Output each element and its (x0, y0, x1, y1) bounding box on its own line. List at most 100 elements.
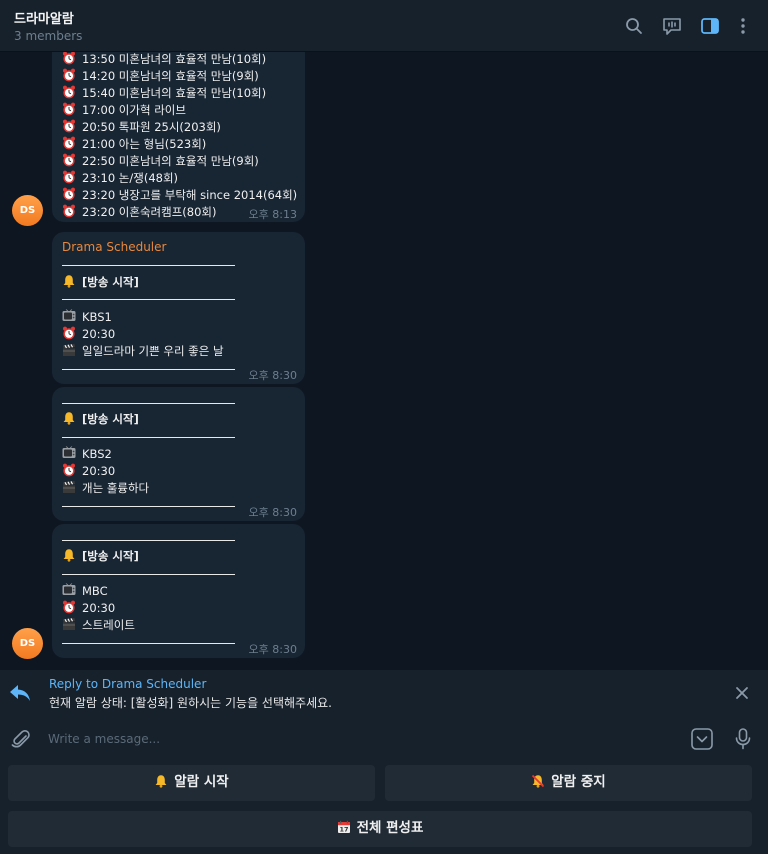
list-item: 23:20 이혼숙려캠프(80회) (62, 204, 216, 220)
schedule-message[interactable]: 13:50 미혼남녀의 효율적 만남(10회) 14:20 미혼남녀의 효율적 … (52, 52, 305, 222)
schedule-line: 23:10 논/쟁(48회) (82, 171, 179, 185)
bot-keyboard-icon[interactable] (690, 727, 714, 751)
message-list[interactable]: 13:50 미혼남녀의 효율적 만남(10회) 14:20 미혼남녀의 효율적 … (0, 52, 768, 670)
stop-alarm-button[interactable]: 알람 중지 (385, 765, 752, 801)
close-icon[interactable] (734, 685, 750, 701)
list-item: 21:00 아는 형님(523회) (62, 136, 206, 152)
clapper-board-icon (62, 343, 76, 357)
search-icon[interactable] (623, 15, 645, 37)
start-alarm-label: 알람 시작 (174, 774, 229, 790)
notification-message[interactable]: [방송 시작] KBS2 20:30 개는 훌륭하다 오후 8:30 (52, 387, 305, 521)
list-item: 13:50 미혼남녀의 효율적 만남(10회) (62, 52, 266, 67)
tv-icon (62, 309, 76, 323)
broadcast-time: 20:30 (82, 464, 116, 478)
chat-title[interactable]: 드라마알람 (14, 8, 74, 27)
more-menu-icon[interactable] (732, 15, 754, 37)
video-chat-icon[interactable] (661, 15, 683, 37)
reply-quoted-text: 현재 알람 상태: [활성화] 원하시는 기능을 선택해주세요. (49, 696, 332, 710)
paperclip-icon[interactable] (10, 728, 32, 750)
program-name: 개는 훌륭하다 (82, 481, 150, 495)
start-heading: [방송 시작] (62, 274, 139, 290)
full-schedule-button[interactable]: 전체 편성표 (8, 811, 752, 847)
channel-row: KBS2 (62, 446, 112, 462)
alarm-clock-icon (62, 463, 76, 477)
program-name: 일일드라마 기쁜 우리 좋은 날 (82, 344, 224, 358)
sender-name[interactable]: Drama Scheduler (62, 240, 166, 254)
start-alarm-button[interactable]: 알람 시작 (8, 765, 375, 801)
schedule-line: 13:50 미혼남녀의 효율적 만남(10회) (82, 52, 267, 66)
clapper-board-icon (62, 480, 76, 494)
time-row: 20:30 (62, 326, 115, 342)
schedule-line: 21:00 아는 형님(523회) (82, 137, 207, 151)
bot-keyboard: 알람 시작 알람 중지 전체 편성표 (0, 758, 768, 854)
microphone-icon[interactable] (733, 727, 753, 751)
channel-name: MBC (82, 584, 108, 598)
divider (62, 437, 235, 438)
sidebar-toggle-icon[interactable] (699, 15, 721, 37)
divider (62, 574, 235, 575)
message-time: 오후 8:30 (248, 643, 297, 656)
list-item: 15:40 미혼남녀의 효율적 만남(10회) (62, 85, 266, 101)
list-item: 23:10 논/쟁(48회) (62, 170, 178, 186)
alarm-clock-icon (62, 204, 76, 218)
alarm-clock-icon (62, 187, 76, 201)
alarm-clock-icon (62, 119, 76, 133)
bell-icon (62, 411, 76, 425)
divider (62, 265, 235, 266)
divider (62, 540, 235, 541)
start-label: [방송 시작] (82, 412, 139, 426)
reply-to-label: Reply to Drama Scheduler (49, 677, 207, 691)
calendar-icon (337, 820, 351, 834)
notification-message[interactable]: [방송 시작] MBC 20:30 스트레이트 오후 8:30 (52, 524, 305, 658)
list-item: 23:20 냉장고를 부탁해 since 2014(64회) (62, 187, 297, 203)
reply-preview[interactable]: Reply to Drama Scheduler 현재 알람 상태: [활성화]… (0, 670, 768, 720)
channel-row: MBC (62, 583, 108, 599)
program-name: 스트레이트 (82, 618, 135, 632)
schedule-line: 15:40 미혼남녀의 효율적 만남(10회) (82, 86, 267, 100)
alarm-clock-icon (62, 153, 76, 167)
message-time: 오후 8:30 (248, 506, 297, 519)
channel-row: KBS1 (62, 309, 112, 325)
schedule-line: 23:20 이혼숙려캠프(80회) (82, 205, 217, 219)
tv-icon (62, 446, 76, 460)
start-heading: [방송 시작] (62, 548, 139, 564)
muted-bell-icon (532, 774, 545, 788)
time-row: 20:30 (62, 463, 115, 479)
alarm-clock-icon (62, 68, 76, 82)
stop-alarm-label: 알람 중지 (551, 774, 606, 790)
notification-message[interactable]: Drama Scheduler [방송 시작] KBS1 20:30 일일드라마… (52, 232, 305, 384)
message-input[interactable] (44, 726, 672, 752)
bell-icon (62, 548, 76, 562)
reply-arrow-icon (10, 685, 30, 701)
alarm-clock-icon (62, 326, 76, 340)
alarm-clock-icon (62, 85, 76, 99)
list-item: 20:50 톡파원 25시(203회) (62, 119, 221, 135)
alarm-clock-icon (62, 102, 76, 116)
start-heading: [방송 시작] (62, 411, 139, 427)
start-label: [방송 시작] (82, 275, 139, 289)
time-row: 20:30 (62, 600, 115, 616)
avatar[interactable]: DS (12, 195, 43, 226)
alarm-clock-icon (62, 600, 76, 614)
chat-header[interactable]: 드라마알람 3 members (0, 0, 768, 52)
broadcast-time: 20:30 (82, 327, 116, 341)
broadcast-time: 20:30 (82, 601, 116, 615)
program-row: 일일드라마 기쁜 우리 좋은 날 (62, 343, 224, 359)
list-item: 22:50 미혼남녀의 효율적 만남(9회) (62, 153, 259, 169)
composer (0, 720, 768, 758)
schedule-line: 23:20 냉장고를 부탁해 since 2014(64회) (82, 188, 298, 202)
list-item: 14:20 미혼남녀의 효율적 만남(9회) (62, 68, 259, 84)
member-count: 3 members (14, 29, 83, 43)
alarm-clock-icon (62, 170, 76, 184)
program-row: 개는 훌륭하다 (62, 480, 149, 496)
schedule-line: 22:50 미혼남녀의 효율적 만남(9회) (82, 154, 259, 168)
alarm-clock-icon (62, 52, 76, 65)
bell-icon (154, 774, 168, 788)
program-row: 스트레이트 (62, 617, 135, 633)
message-time: 오후 8:30 (248, 369, 297, 382)
channel-name: KBS2 (82, 447, 112, 461)
clapper-board-icon (62, 617, 76, 631)
divider (62, 506, 235, 507)
divider (62, 299, 235, 300)
avatar[interactable]: DS (12, 628, 43, 659)
